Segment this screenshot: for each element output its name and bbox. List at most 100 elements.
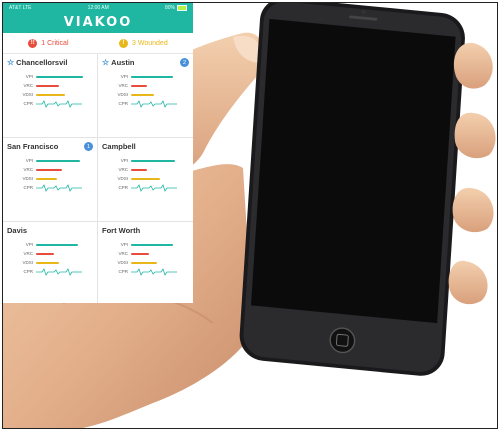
metric-row: CPR [7, 183, 93, 192]
metric-bar [36, 177, 57, 180]
metric-label: VPI [120, 74, 128, 79]
site-title: ☆ Chancellorsvil [7, 57, 93, 68]
star-icon[interactable]: ☆ [102, 58, 109, 67]
metric-label: VDSI [117, 176, 128, 181]
metric-label: VPI [120, 158, 128, 163]
metric-label: VDSI [22, 176, 33, 181]
metric-label: CPR [23, 101, 33, 106]
site-name: Davis [7, 226, 28, 235]
metric-bar [131, 75, 173, 78]
metric-bar [131, 93, 154, 96]
cpr-sparkline [36, 99, 82, 108]
site-metrics: VPI VRC VDSI CPR [102, 156, 189, 192]
metric-bar [36, 75, 83, 78]
site-title: Campbell [102, 141, 189, 152]
site-metrics: VPI VRC VDSI CPR [7, 156, 93, 192]
metric-label: VDSI [22, 260, 33, 265]
site-metrics: VPI VRC VDSI CPR [7, 240, 93, 276]
site-name: San Francisco [7, 142, 59, 151]
metric-bar [36, 84, 59, 87]
metric-label: VRC [118, 83, 128, 88]
metric-row: CPR [102, 267, 189, 276]
metric-label: VRC [23, 83, 33, 88]
metric-row: VPI [102, 156, 189, 165]
alerts-bar: !! 1 Critical ! 3 Wounded [3, 33, 193, 54]
metric-bar [131, 243, 173, 246]
metric-bar [131, 252, 149, 255]
cpr-sparkline [131, 99, 177, 108]
critical-alert[interactable]: !! 1 Critical [28, 38, 69, 48]
site-card[interactable]: ☆ Austin 2 VPI VRC VDSI CPR [98, 54, 193, 138]
cpr-sparkline [36, 183, 82, 192]
metric-row: VRC [7, 249, 93, 258]
site-badge: 2 [180, 58, 189, 67]
metric-label: VPI [25, 158, 33, 163]
site-title: ☆ Austin [102, 57, 189, 68]
metric-bar [36, 159, 80, 162]
metric-row: VPI [102, 240, 189, 249]
status-bar: AT&T LTE 12:00 AM 80% [3, 3, 193, 13]
site-name: Chancellorsvil [16, 58, 68, 67]
app-brand: VIAKOO [3, 13, 193, 33]
battery-icon [176, 5, 187, 11]
site-name: Austin [111, 58, 135, 67]
metric-label: VDSI [117, 260, 128, 265]
metric-label: VPI [25, 242, 33, 247]
metric-row: VDSI [102, 90, 189, 99]
metric-row: CPR [102, 99, 189, 108]
site-card[interactable]: Campbell VPI VRC VDSI CPR [98, 138, 193, 222]
wounded-icon: ! [119, 38, 129, 48]
metric-bar [36, 168, 62, 171]
site-card[interactable]: ☆ Chancellorsvil VPI VRC VDSI CPR [3, 54, 98, 138]
metric-label: CPR [118, 101, 128, 106]
cpr-sparkline [131, 267, 177, 276]
metric-label: VRC [118, 167, 128, 172]
site-metrics: VPI VRC VDSI CPR [102, 240, 189, 276]
photo-frame: AT&T LTE 12:00 AM 80% VIAKOO !! 1 Critic… [2, 2, 498, 429]
metric-label: CPR [118, 185, 128, 190]
cpr-sparkline [131, 183, 177, 192]
metric-bar [131, 159, 175, 162]
metric-label: CPR [23, 269, 33, 274]
battery: 80% [165, 5, 187, 11]
metric-label: VRC [23, 251, 33, 256]
site-name: Fort Worth [102, 226, 141, 235]
metric-row: VPI [7, 156, 93, 165]
metric-row: VRC [7, 81, 93, 90]
metric-label: VDSI [22, 92, 33, 97]
cpr-sparkline [36, 267, 82, 276]
metric-label: VDSI [117, 92, 128, 97]
metric-row: VRC [102, 81, 189, 90]
site-card[interactable]: Fort Worth VPI VRC VDSI CPR [98, 222, 193, 303]
metric-row: VPI [7, 72, 93, 81]
metric-row: VDSI [7, 174, 93, 183]
metric-row: CPR [102, 183, 189, 192]
metric-row: VRC [102, 249, 189, 258]
critical-icon: !! [28, 38, 38, 48]
metric-bar [36, 261, 59, 264]
metric-label: CPR [118, 269, 128, 274]
metric-bar [131, 84, 147, 87]
metric-label: VRC [118, 251, 128, 256]
site-card[interactable]: San Francisco 1 VPI VRC VDSI CPR [3, 138, 98, 222]
metric-bar [36, 243, 78, 246]
site-title: Davis [7, 225, 93, 236]
site-name: Campbell [102, 142, 136, 151]
site-card[interactable]: Davis VPI VRC VDSI CPR [3, 222, 98, 303]
carrier-label: AT&T LTE [9, 5, 32, 11]
metric-bar [131, 177, 160, 180]
metric-row: VPI [7, 240, 93, 249]
wounded-label: 3 Wounded [132, 39, 168, 47]
metric-label: CPR [23, 185, 33, 190]
metric-row: VPI [102, 72, 189, 81]
critical-label: 1 Critical [41, 39, 69, 47]
site-grid: ☆ Chancellorsvil VPI VRC VDSI CPR ☆ Austin 2 VPI V… [3, 54, 193, 303]
star-icon[interactable]: ☆ [7, 58, 14, 67]
metric-bar [131, 261, 157, 264]
metric-row: VDSI [102, 258, 189, 267]
wounded-alert[interactable]: ! 3 Wounded [119, 38, 168, 48]
metric-row: VDSI [102, 174, 189, 183]
metric-label: VPI [25, 74, 33, 79]
site-title: Fort Worth [102, 225, 189, 236]
metric-row: VRC [102, 165, 189, 174]
